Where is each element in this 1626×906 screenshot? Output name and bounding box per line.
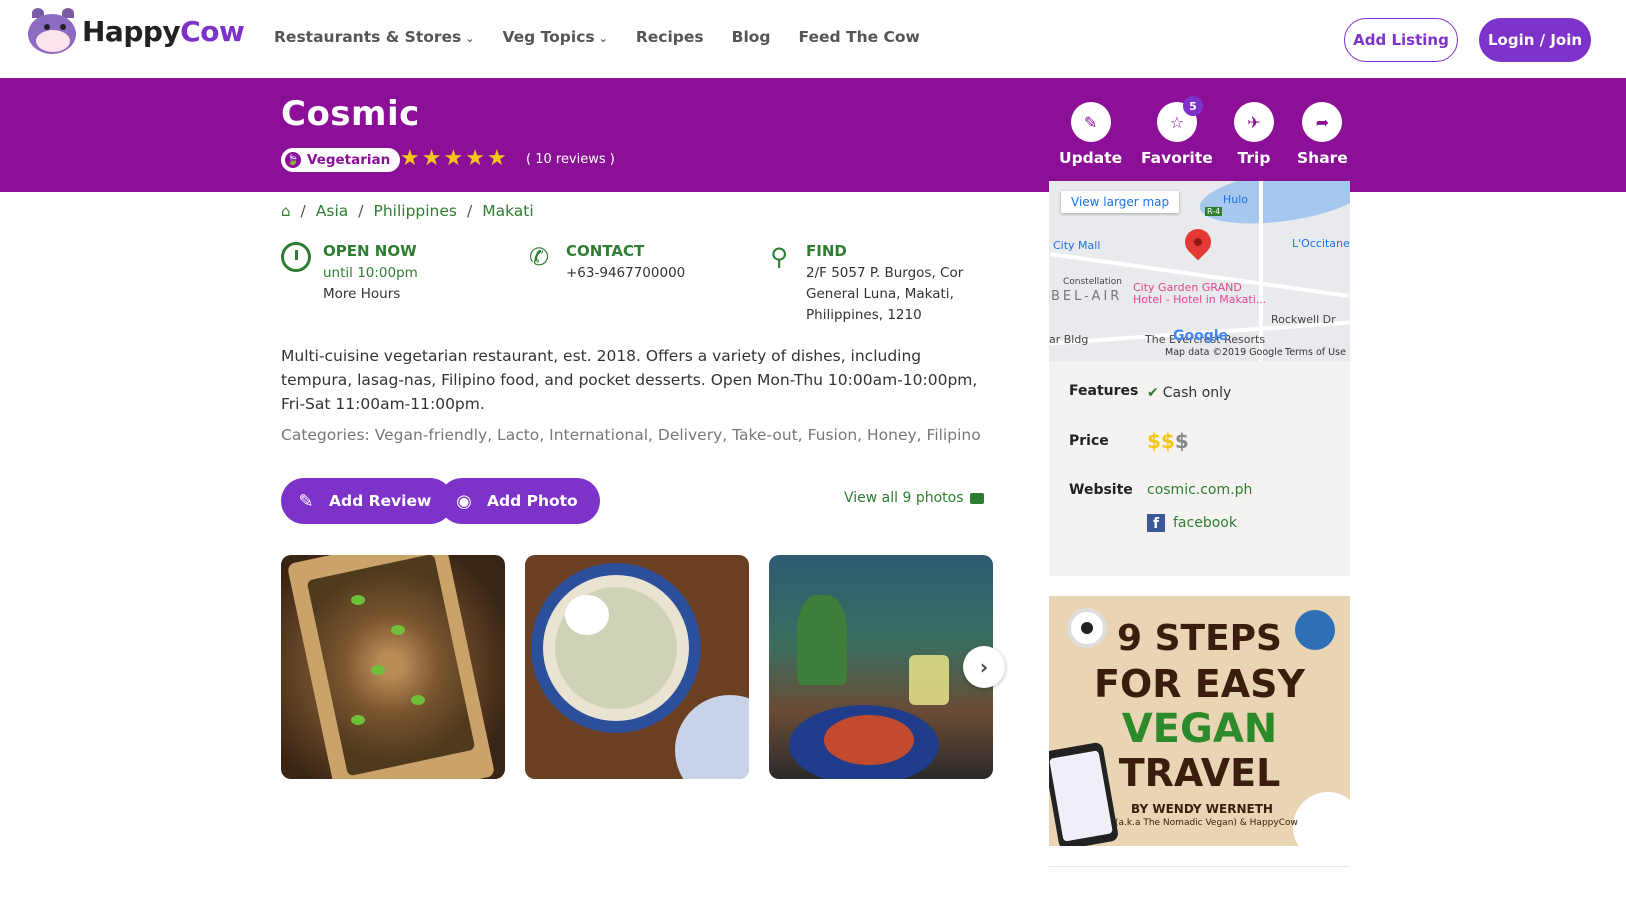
find-label: FIND bbox=[806, 242, 847, 260]
contact-block: ✆ CONTACT +63-9467700000 bbox=[524, 242, 685, 281]
share-action[interactable]: ➦ Share bbox=[1297, 102, 1348, 167]
star-icon: ★ bbox=[400, 146, 420, 171]
logo-wordmark: HappyCow bbox=[82, 14, 245, 48]
add-review-button[interactable]: ✎ Add Review bbox=[281, 478, 454, 524]
favorite-count-badge: 5 bbox=[1182, 96, 1203, 116]
view-larger-map-link[interactable]: View larger map bbox=[1061, 191, 1180, 213]
cow-logo-icon bbox=[24, 6, 80, 56]
open-now-label: OPEN NOW bbox=[323, 242, 417, 260]
star-icon: ★ bbox=[421, 146, 442, 171]
nav-blog[interactable]: Blog bbox=[732, 28, 771, 46]
camera-icon bbox=[969, 492, 984, 504]
listing-photo[interactable] bbox=[525, 555, 749, 779]
chevron-down-icon: ⌄ bbox=[598, 32, 608, 45]
address-line: 2/F 5057 P. Burgos, Cor bbox=[806, 265, 964, 281]
airplane-icon: ✈ bbox=[1234, 102, 1274, 142]
map-data-attribution: Map data ©2019 Google bbox=[1165, 347, 1283, 358]
star-icon: ★ bbox=[486, 146, 507, 171]
trip-action[interactable]: ✈ Trip bbox=[1234, 102, 1274, 167]
website-link[interactable]: cosmic.com.ph bbox=[1147, 482, 1252, 498]
home-icon[interactable]: ⌂ bbox=[281, 202, 291, 220]
vegan-travel-ad[interactable]: 9 STEPS FOR EASY VEGAN TRAVEL BY WENDY W… bbox=[1049, 596, 1350, 846]
address-line: General Luna, Makati, bbox=[806, 286, 954, 302]
rating-stars: ★ ★ ★ ★ ★ bbox=[400, 148, 507, 170]
breadcrumb-makati[interactable]: Makati bbox=[482, 202, 533, 220]
listing-header-band bbox=[0, 78, 1626, 192]
nav-recipes[interactable]: Recipes bbox=[636, 28, 704, 46]
review-count-link[interactable]: ( 10 reviews ) bbox=[526, 152, 615, 167]
nav-restaurants-stores[interactable]: Restaurants & Stores ⌄ bbox=[274, 28, 474, 46]
price-label: Price bbox=[1069, 433, 1109, 449]
facebook-link[interactable]: f facebook bbox=[1147, 514, 1237, 532]
more-hours-link[interactable]: More Hours bbox=[323, 287, 418, 302]
star-icon: ★ bbox=[465, 146, 485, 171]
listing-description: Multi-cuisine vegetarian restaurant, est… bbox=[281, 347, 978, 413]
leaf-icon: 🍃 bbox=[285, 152, 301, 168]
view-all-photos-link[interactable]: View all 9 photos bbox=[844, 490, 984, 506]
features-label: Features bbox=[1069, 383, 1139, 399]
website-label: Website bbox=[1069, 482, 1133, 498]
features-panel: Features ✔ Cash only Price $$$ Website co… bbox=[1049, 361, 1350, 576]
listing-photo[interactable] bbox=[281, 555, 505, 779]
location-map[interactable]: View larger map Hulo L'Occitane City Mal… bbox=[1049, 181, 1350, 361]
login-join-button[interactable]: Login / Join bbox=[1479, 18, 1591, 62]
hours-block: OPEN NOW until 10:00pm More Hours bbox=[281, 242, 418, 302]
happycow-logo[interactable]: HappyCow bbox=[24, 6, 245, 56]
listing-categories: Categories: Vegan-friendly, Lacto, Inter… bbox=[281, 426, 981, 444]
google-logo: Google bbox=[1173, 328, 1229, 344]
phone-number[interactable]: +63-9467700000 bbox=[566, 266, 685, 281]
price-level: $$$ bbox=[1147, 429, 1189, 453]
features-value: ✔ Cash only bbox=[1147, 385, 1232, 401]
top-navbar: HappyCow Restaurants & Stores ⌄ Veg Topic… bbox=[0, 0, 1626, 78]
add-listing-button[interactable]: Add Listing bbox=[1344, 18, 1458, 62]
main-nav: Restaurants & Stores ⌄ Veg Topics ⌄ Recipe… bbox=[274, 28, 920, 46]
chevron-right-icon[interactable]: › bbox=[963, 646, 1005, 688]
address-line: Philippines, 1210 bbox=[806, 307, 922, 323]
favorite-action[interactable]: ☆ 5 Favorite bbox=[1141, 96, 1213, 167]
listing-photo[interactable] bbox=[769, 555, 993, 779]
camera-icon: ◉ bbox=[456, 490, 472, 512]
listing-title: Cosmic bbox=[281, 94, 420, 134]
vegetarian-badge: 🍃 Vegetarian bbox=[281, 148, 401, 172]
pencil-icon: ✎ bbox=[1070, 102, 1111, 142]
clock-icon bbox=[281, 242, 311, 272]
star-icon: ★ bbox=[443, 146, 464, 171]
pencil-icon: ✎ bbox=[298, 490, 314, 512]
map-terms-link[interactable]: Terms of Use bbox=[1285, 347, 1346, 358]
find-block: ⚲ FIND 2/F 5057 P. Burgos, Cor General L… bbox=[764, 242, 963, 323]
check-icon: ✔ bbox=[1147, 385, 1159, 401]
phone-icon: ✆ bbox=[528, 243, 550, 271]
breadcrumb-philippines[interactable]: Philippines bbox=[373, 202, 457, 220]
add-photo-button[interactable]: ◉ Add Photo bbox=[439, 478, 600, 524]
map-pin-icon[interactable] bbox=[1179, 223, 1217, 261]
contact-label: CONTACT bbox=[566, 242, 645, 260]
star-outline-icon: ☆ 5 bbox=[1156, 96, 1203, 142]
update-action[interactable]: ✎ Update bbox=[1059, 102, 1122, 167]
chevron-down-icon: ⌄ bbox=[465, 32, 475, 45]
divider bbox=[1049, 866, 1350, 867]
share-arrow-icon: ➦ bbox=[1302, 102, 1343, 142]
open-until: until 10:00pm bbox=[323, 265, 418, 281]
breadcrumb: ⌂ / Asia / Philippines / Makati bbox=[281, 202, 534, 220]
facebook-icon: f bbox=[1147, 514, 1165, 532]
nav-feed-the-cow[interactable]: Feed The Cow bbox=[799, 28, 920, 46]
breadcrumb-asia[interactable]: Asia bbox=[316, 202, 348, 220]
nav-veg-topics[interactable]: Veg Topics ⌄ bbox=[502, 28, 607, 46]
map-pin-icon: ⚲ bbox=[770, 243, 788, 271]
